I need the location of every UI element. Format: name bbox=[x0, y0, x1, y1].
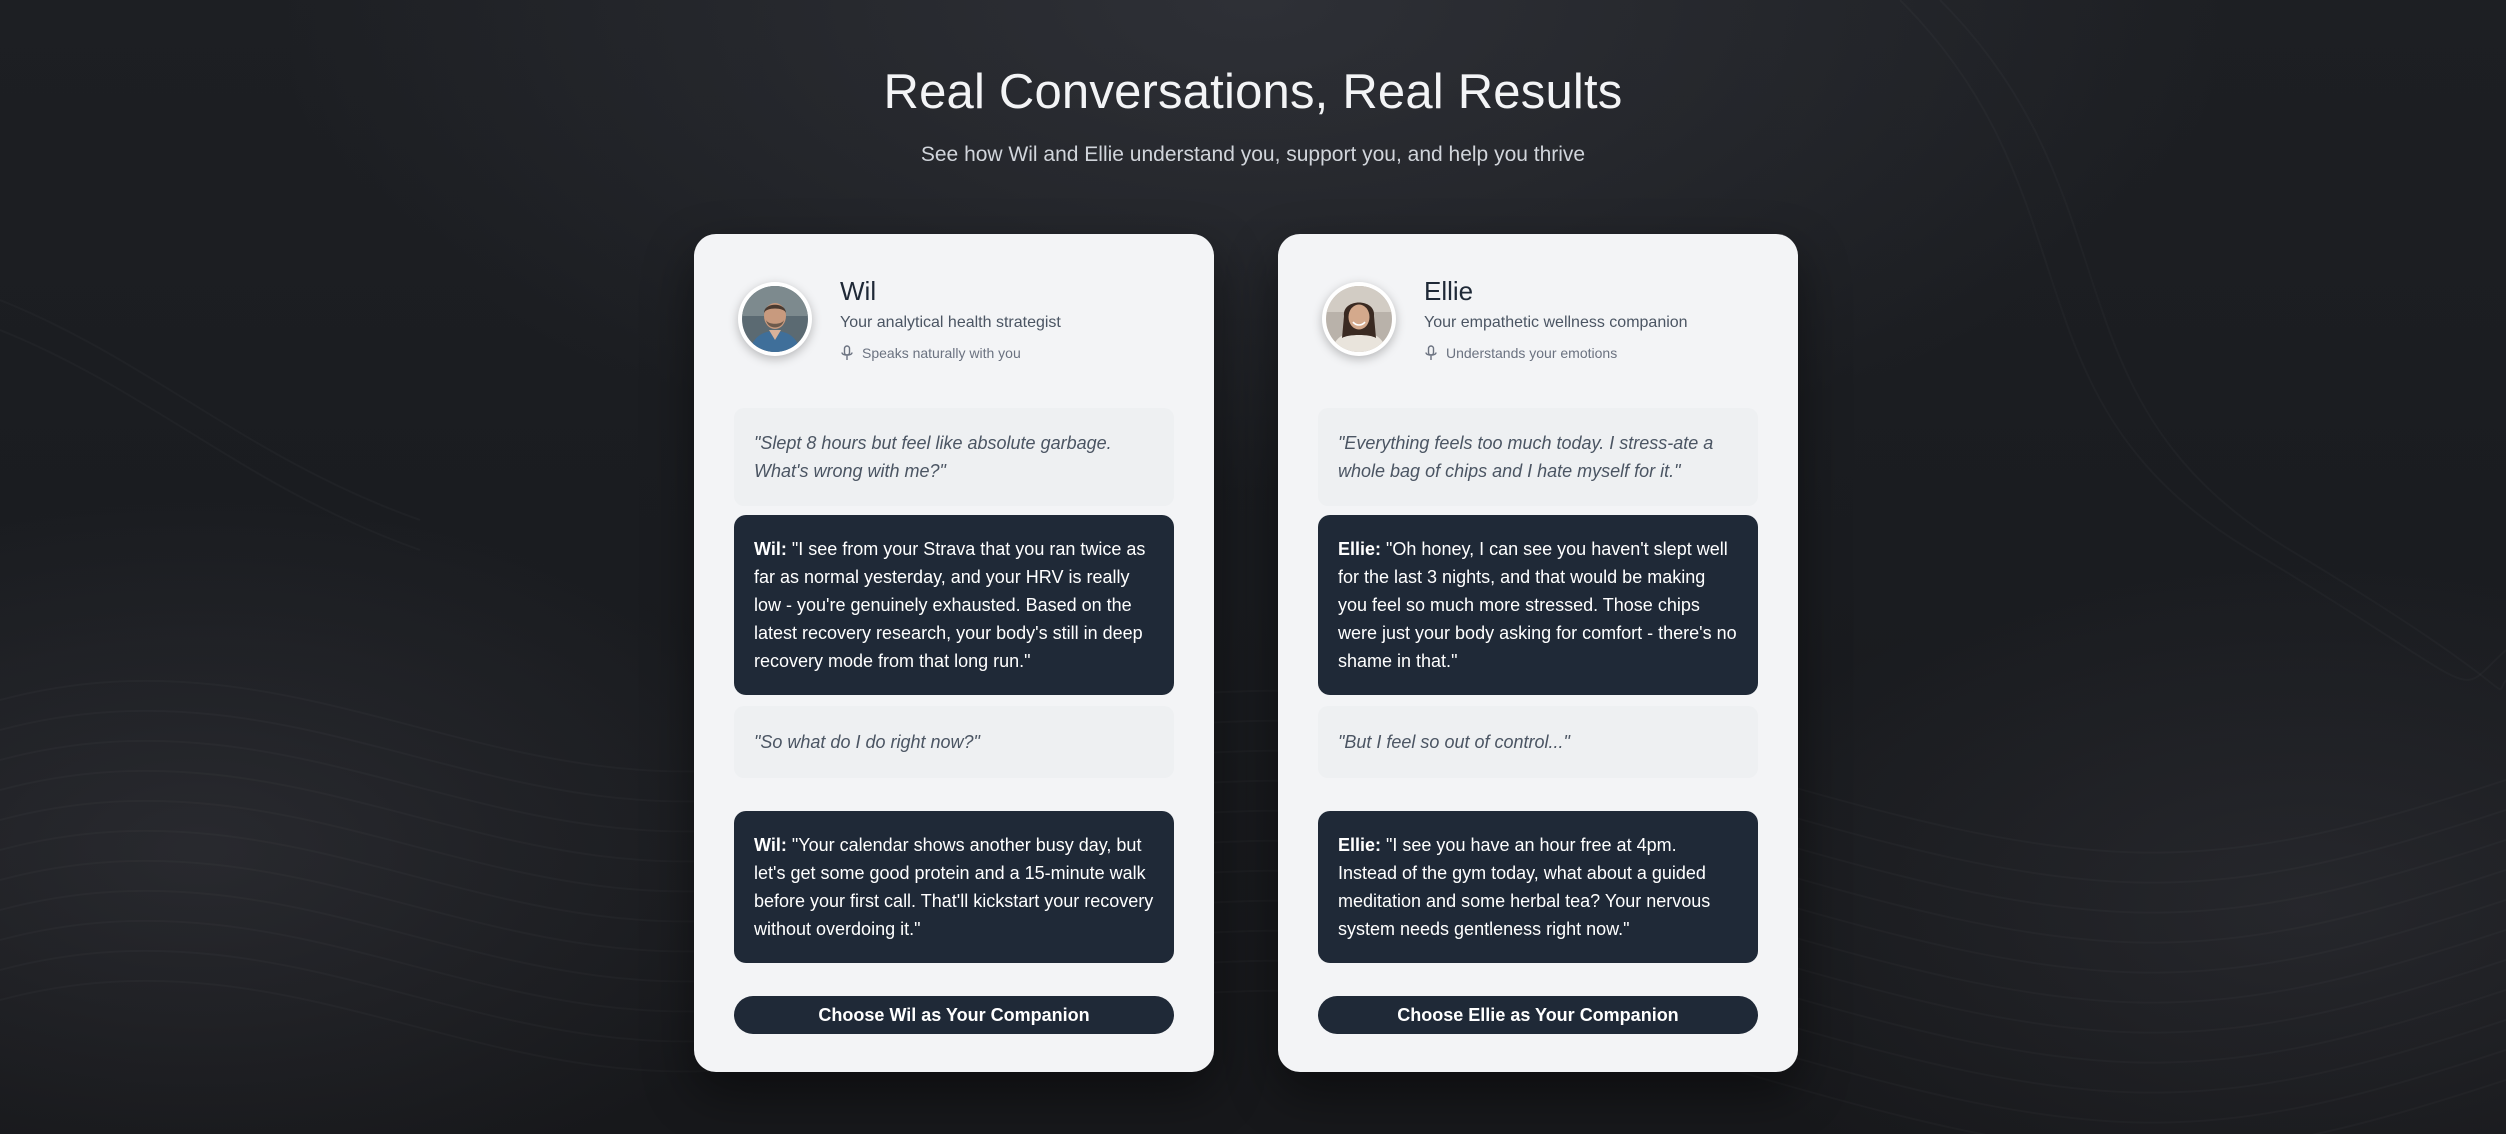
user-message-text: "Slept 8 hours but feel like absolute ga… bbox=[754, 433, 1112, 481]
companion-card-ellie: Ellie Your empathetic wellness companion… bbox=[1278, 234, 1798, 1072]
choose-wil-button[interactable]: Choose Wil as Your Companion bbox=[734, 996, 1174, 1034]
avatar-ellie-image bbox=[1326, 286, 1392, 352]
user-message-text: "But I feel so out of control..." bbox=[1338, 732, 1570, 752]
assistant-speaker: Ellie: bbox=[1338, 539, 1387, 559]
assistant-speaker: Ellie: bbox=[1338, 835, 1387, 855]
assistant-message: Wil: "Your calendar shows another busy d… bbox=[734, 811, 1174, 963]
assistant-message-text: "Oh honey, I can see you haven't slept w… bbox=[1338, 539, 1737, 671]
avatar-wil bbox=[738, 282, 812, 356]
assistant-speaker: Wil: bbox=[754, 539, 792, 559]
companion-name: Wil bbox=[840, 276, 877, 306]
section-subtitle: See how Wil and Ellie understand you, su… bbox=[920, 143, 1586, 166]
user-message: "Slept 8 hours but feel like absolute ga… bbox=[734, 408, 1174, 506]
avatar-ellie bbox=[1322, 282, 1396, 356]
voice-note-label: Speaks naturally with you bbox=[862, 345, 1021, 361]
assistant-message-text: "I see you have an hour free at 4pm. Ins… bbox=[1338, 835, 1711, 939]
companion-card-wil: Wil Your analytical health strategist Sp… bbox=[694, 234, 1214, 1072]
mic-icon bbox=[841, 345, 853, 360]
section-title: Real Conversations, Real Results bbox=[883, 65, 1623, 119]
companion-role: Your empathetic wellness companion bbox=[1424, 314, 1688, 331]
choose-ellie-button[interactable]: Choose Ellie as Your Companion bbox=[1318, 996, 1758, 1034]
assistant-message: Wil: "I see from your Strava that you ra… bbox=[734, 515, 1174, 695]
companion-role: Your analytical health strategist bbox=[840, 314, 1061, 331]
assistant-message: Ellie: "I see you have an hour free at 4… bbox=[1318, 811, 1758, 963]
avatar-wil-image bbox=[742, 286, 808, 352]
assistant-speaker: Wil: bbox=[754, 835, 792, 855]
voice-note-label: Understands your emotions bbox=[1446, 345, 1618, 361]
voice-note: Understands your emotions bbox=[1424, 345, 1617, 361]
voice-note: Speaks naturally with you bbox=[840, 345, 1021, 361]
assistant-message-text: "Your calendar shows another busy day, b… bbox=[754, 835, 1154, 939]
user-message: "So what do I do right now?" bbox=[734, 706, 1174, 778]
assistant-message: Ellie: "Oh honey, I can see you haven't … bbox=[1318, 515, 1758, 695]
user-message: "But I feel so out of control..." bbox=[1318, 706, 1758, 778]
companion-name: Ellie bbox=[1424, 276, 1474, 306]
user-message-text: "Everything feels too much today. I stre… bbox=[1338, 433, 1714, 481]
user-message: "Everything feels too much today. I stre… bbox=[1318, 408, 1758, 506]
background-wave-pattern bbox=[0, 0, 2506, 1134]
user-message-text: "So what do I do right now?" bbox=[754, 732, 980, 752]
mic-icon bbox=[1425, 345, 1437, 360]
assistant-message-text: "I see from your Strava that you ran twi… bbox=[754, 539, 1146, 671]
